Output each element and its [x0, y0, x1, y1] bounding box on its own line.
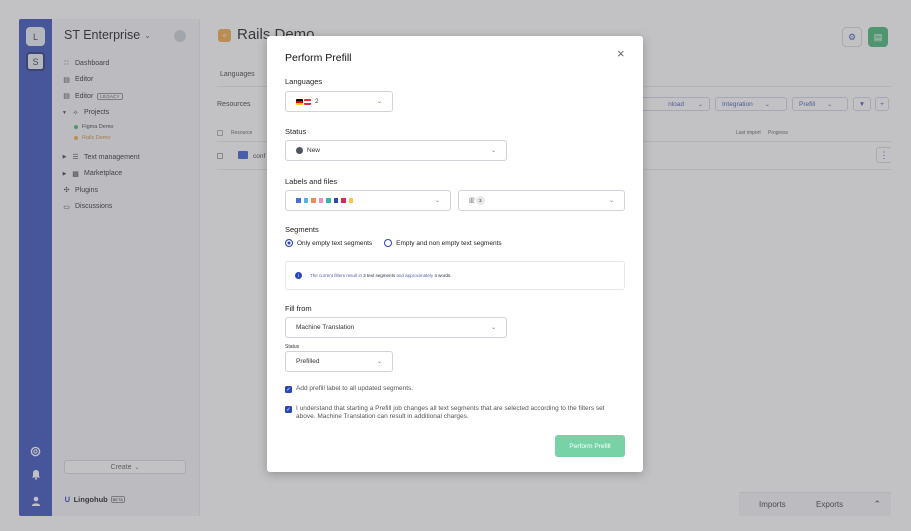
dialog-title: Perform Prefill	[285, 52, 352, 64]
add-label-checkbox[interactable]: ✓	[285, 386, 292, 393]
languages-count: 2	[315, 98, 319, 105]
chevron-down-icon: ⌄	[608, 198, 614, 204]
chevron-down-icon: ⌄	[434, 198, 440, 204]
label-swatch	[318, 198, 323, 203]
fill-from-select[interactable]: Machine Translation ⌄	[285, 317, 507, 338]
flag-at-icon	[304, 98, 311, 105]
label-swatch	[326, 198, 331, 203]
files-count: 3	[475, 196, 485, 205]
flag-de-icon	[296, 98, 303, 105]
info-text: The current filters result in 2 text seg…	[310, 273, 451, 278]
info-words: 4 words.	[434, 273, 452, 278]
info-count: 2 text segments	[363, 273, 396, 278]
status-new-icon	[296, 147, 303, 154]
chevron-down-icon: ⌄	[376, 99, 382, 105]
confirm-text: I understand that starting a Prefill job…	[296, 405, 605, 420]
info-pre: The current filters result in	[310, 273, 363, 278]
status2-label: Status	[285, 344, 300, 350]
fill-from-label: Fill from	[285, 304, 312, 313]
perform-prefill-dialog: Perform Prefill × Languages 2 ⌄ Status N…	[267, 36, 643, 472]
info-icon: i	[295, 272, 302, 279]
segments-radio-all-label: Empty and non empty text segments	[396, 239, 502, 247]
labels-files-label: Labels and files	[285, 177, 338, 186]
labels-select[interactable]: ⌄	[285, 190, 451, 211]
languages-label: Languages	[285, 77, 323, 86]
add-label-text: Add prefill label to all updated segment…	[296, 385, 414, 392]
files-select[interactable]: ℓℓℓ 3 ⌄	[458, 190, 625, 211]
segments-radio-empty[interactable]	[285, 239, 293, 247]
chevron-down-icon: ⌄	[490, 148, 496, 154]
label-swatch	[311, 198, 316, 203]
close-icon[interactable]: ×	[617, 47, 625, 60]
chevron-down-icon: ⌄	[490, 325, 496, 331]
segments-radio-all[interactable]	[384, 239, 393, 247]
confirm-checkbox[interactable]: ✓	[285, 406, 292, 413]
fill-from-value: Machine Translation	[296, 324, 355, 331]
add-label-checkbox-row: ✓ Add prefill label to all updated segme…	[285, 385, 413, 393]
chevron-down-icon: ⌄	[376, 359, 382, 365]
label-swatch	[303, 198, 308, 203]
info-mid: and approximately	[396, 273, 434, 278]
label-swatch	[333, 198, 338, 203]
info-box: i The current filters result in 2 text s…	[285, 261, 625, 290]
label-swatch	[348, 198, 353, 203]
status-label: Status	[285, 127, 307, 136]
status-select[interactable]: New ⌄	[285, 140, 507, 161]
segments-label: Segments	[285, 225, 319, 234]
prefilled-status-value: Prefilled	[296, 358, 320, 365]
prefilled-status-select[interactable]: Prefilled ⌄	[285, 351, 393, 372]
status-value: New	[307, 147, 321, 154]
languages-select[interactable]: 2 ⌄	[285, 91, 393, 112]
label-swatch	[341, 198, 346, 203]
segments-radio-empty-label: Only empty text segments	[297, 239, 373, 247]
files-icon: ℓℓℓ	[469, 196, 475, 205]
label-swatch	[296, 198, 301, 203]
segments-radio-group: Only empty text segments Empty and non e…	[285, 239, 502, 247]
perform-prefill-button[interactable]: Perform Prefill	[555, 435, 625, 457]
confirm-checkbox-row: ✓ I understand that starting a Prefill j…	[285, 405, 625, 421]
